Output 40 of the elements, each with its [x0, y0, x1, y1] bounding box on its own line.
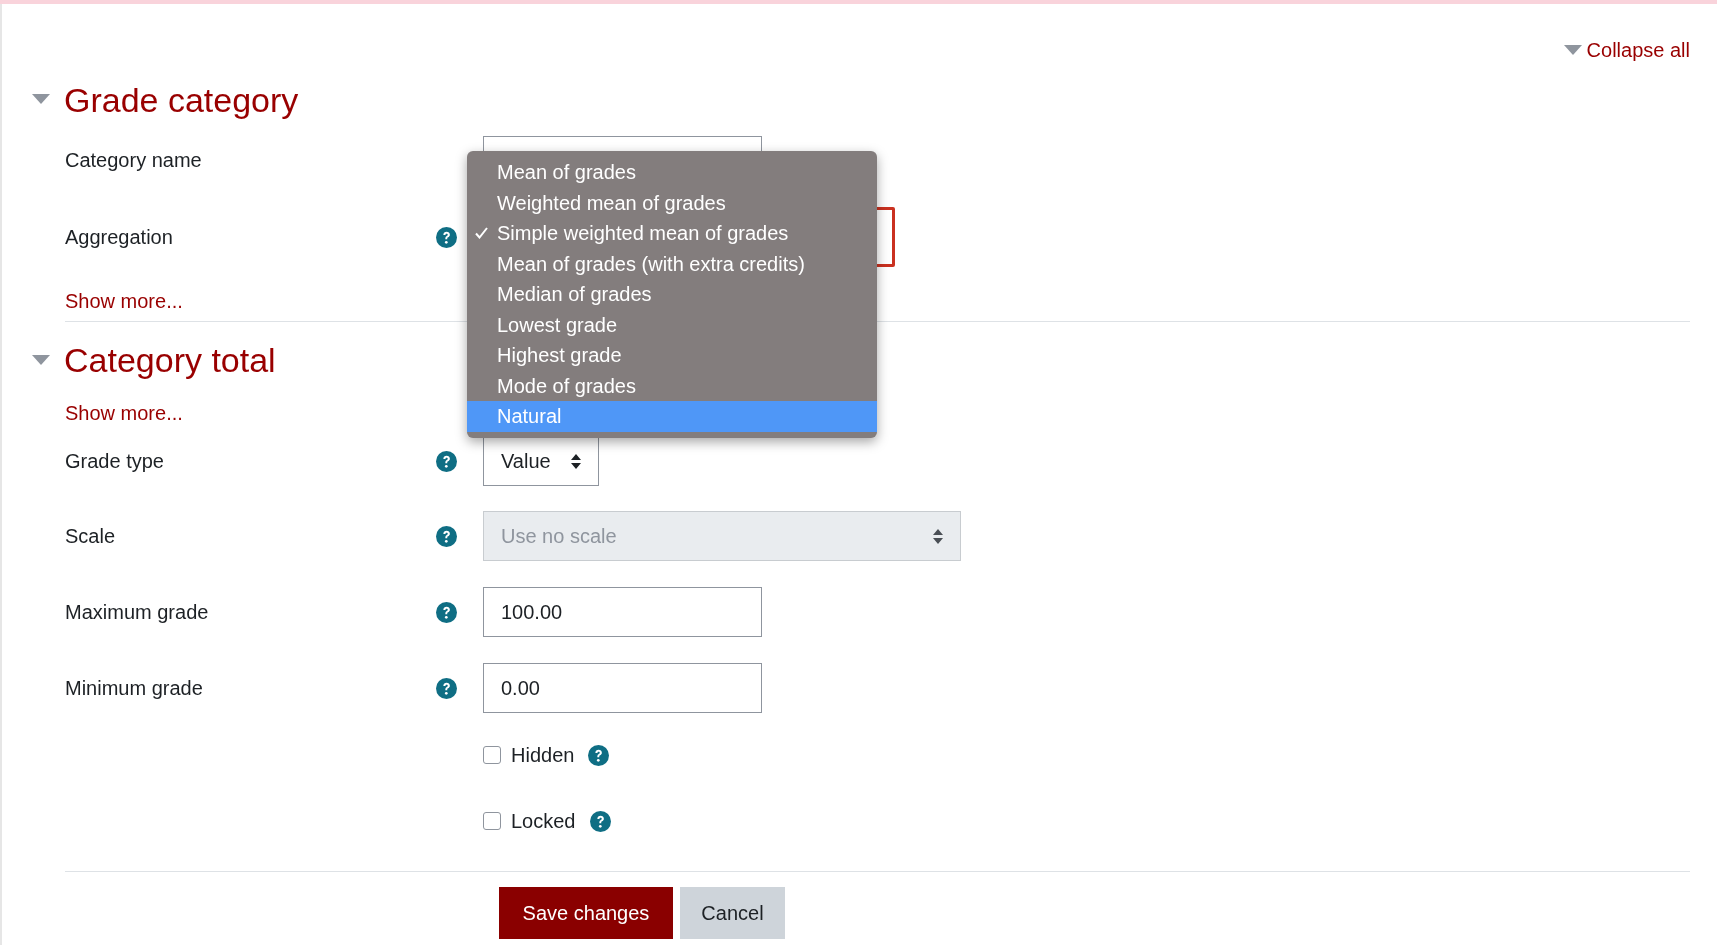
field-label: Grade type: [65, 449, 165, 474]
help-icon[interactable]: [436, 450, 457, 472]
text-input[interactable]: 100.00: [483, 587, 762, 637]
select-arrows-icon: [571, 453, 581, 469]
collapse-triangle-icon[interactable]: [32, 94, 50, 105]
save-button[interactable]: Save changes: [499, 887, 673, 939]
field-label: Maximum grade: [65, 600, 210, 625]
menu-item[interactable]: Mean of grades (with extra credits): [467, 248, 877, 279]
field-label: Aggregation: [65, 225, 174, 250]
menu-item[interactable]: Lowest grade: [467, 309, 877, 340]
text-input[interactable]: 0.00: [483, 663, 762, 713]
collapse-triangle-icon[interactable]: [1563, 44, 1582, 56]
menu-item[interactable]: Median of grades: [467, 279, 877, 310]
help-icon[interactable]: [588, 744, 610, 766]
section-heading[interactable]: Grade category: [64, 82, 299, 117]
checkbox-label: Hidden: [511, 743, 575, 768]
help-icon[interactable]: [436, 601, 457, 623]
help-icon[interactable]: [436, 525, 457, 547]
field-label: Minimum grade: [65, 676, 204, 701]
menu-item[interactable]: Mode of grades: [467, 370, 877, 401]
section-heading[interactable]: Category total: [64, 343, 276, 377]
menu-item[interactable]: Weighted mean of grades: [467, 187, 877, 218]
menu-item[interactable]: Simple weighted mean of grades: [467, 218, 877, 249]
menu-item[interactable]: Mean of grades: [467, 157, 877, 188]
checkbox[interactable]: [483, 746, 501, 764]
show-more-link[interactable]: Show more...: [65, 398, 183, 428]
checkbox[interactable]: [483, 812, 501, 830]
menu-item[interactable]: Highest grade: [467, 340, 877, 371]
select-field[interactable]: Value: [483, 436, 599, 486]
help-icon[interactable]: [589, 810, 611, 832]
collapse-all-link[interactable]: Collapse all: [1563, 35, 1690, 65]
select-arrows-icon: [933, 528, 943, 544]
cancel-button[interactable]: Cancel: [680, 887, 785, 939]
field-label: Category name: [65, 148, 203, 173]
collapse-triangle-icon[interactable]: [32, 354, 50, 366]
checkbox-label: Locked: [511, 809, 576, 834]
help-icon[interactable]: [436, 226, 457, 248]
field-label: Scale: [65, 524, 117, 549]
show-more-link[interactable]: Show more...: [65, 286, 183, 316]
help-icon[interactable]: [436, 677, 457, 699]
